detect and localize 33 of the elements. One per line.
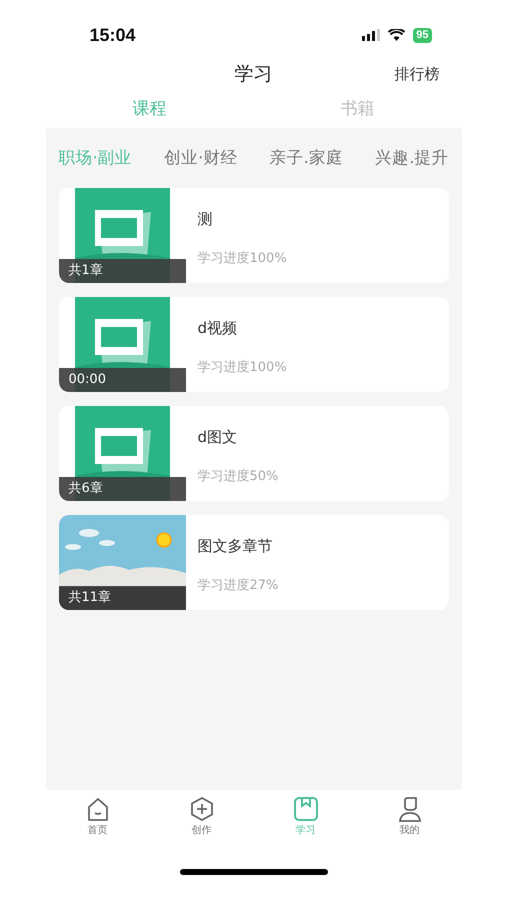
course-card[interactable]: 共1章 测 学习进度100% [58, 188, 448, 283]
category-tab[interactable]: 创业·财经 [164, 146, 238, 170]
course-card[interactable]: 共6章 d图文 学习进度50% [58, 406, 448, 501]
chapter-count-label: 00:00 [58, 368, 186, 392]
course-card[interactable]: 00:00 d视频 学习进度100% [58, 297, 448, 392]
tab[interactable]: 课程 [46, 92, 254, 128]
nav-tab[interactable]: 学习 [254, 790, 358, 844]
bookmark-book-icon [292, 796, 318, 822]
page-title: 学习 [234, 62, 272, 87]
course-title: 图文多章节 [198, 536, 274, 557]
course-title: d图文 [198, 427, 238, 448]
battery-indicator: 95 [413, 28, 432, 42]
progress-text: 学习进度100% [198, 250, 287, 268]
nav-tab[interactable]: 首页 [46, 790, 150, 844]
person-icon [396, 796, 422, 822]
course-title: d视频 [198, 318, 238, 339]
add-icon [188, 796, 214, 822]
progress-text: 学习进度27% [198, 576, 278, 594]
nav-tab[interactable]: 我的 [358, 790, 462, 844]
status-time: 15:04 [90, 24, 136, 46]
signal-icon [362, 29, 380, 41]
category-tab[interactable]: 亲子.家庭 [270, 146, 343, 170]
leaderboard-link[interactable]: 排行榜 [394, 62, 440, 86]
chapter-count-label: 共11章 [58, 586, 186, 610]
category-tab[interactable]: 兴趣.提升 [375, 146, 448, 170]
wifi-icon [388, 29, 406, 41]
chapter-count-label: 共6章 [58, 477, 186, 501]
chapter-count-label: 共1章 [58, 259, 186, 283]
nav-tab[interactable]: 创作 [150, 790, 254, 844]
progress-text: 学习进度50% [198, 468, 278, 486]
course-card[interactable]: 共11章 图文多章节 学习进度27% [58, 515, 448, 610]
progress-text: 学习进度100% [198, 358, 287, 376]
course-title: 测 [198, 209, 214, 230]
